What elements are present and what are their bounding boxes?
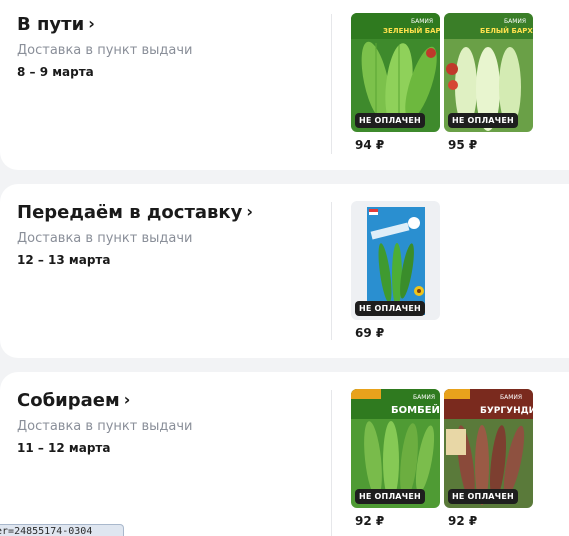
product-card[interactable]: БАМИЯ БОМБЕЙ НЕ ОПЛАЧЕН 92 ₽ [351,389,440,528]
pack-name: БЕЛЫЙ БАРХАТ [480,26,533,35]
pack-name: БОМБЕЙ [391,403,440,416]
unpaid-badge: НЕ ОПЛАЧЕН [355,113,425,128]
status-bar-url: der=24855174-0304 [0,524,124,536]
order-group-handover: Передаём в доставку › Доставка в пункт в… [0,184,569,358]
product-image: БАМИЯ БЕЛЫЙ БАРХАТ НЕ ОПЛАЧЕН [444,13,533,132]
order-group-title-link[interactable]: Передаём в доставку › [17,202,253,223]
product-image: БАМИЯ БОМБЕЙ НЕ ОПЛАЧЕН [351,389,440,508]
svg-text:БАМИЯ: БАМИЯ [411,18,433,25]
product-price: 92 ₽ [448,514,478,528]
product-card[interactable]: БАМИЯ БУРГУНДИ НЕ ОПЛАЧЕН 92 ₽ [444,389,533,528]
unpaid-badge: НЕ ОПЛАЧЕН [355,301,425,316]
svg-text:БАМИЯ: БАМИЯ [413,394,435,401]
order-group-assembling: Собираем › Доставка в пункт выдачи 11 – … [0,372,569,536]
unpaid-badge: НЕ ОПЛАЧЕН [355,489,425,504]
product-image: БАМИЯ ЗЕЛЕНЫЙ БАРХАТ НЕ ОПЛАЧЕН [351,13,440,132]
order-group-in-transit: В пути › Доставка в пункт выдачи 8 – 9 м… [0,0,569,170]
pack-name: ЗЕЛЕНЫЙ БАРХАТ [383,26,440,35]
unpaid-badge: НЕ ОПЛАЧЕН [448,489,518,504]
unpaid-badge: НЕ ОПЛАЧЕН [448,113,518,128]
product-price: 94 ₽ [355,138,385,152]
product-image: БАМИЯ БУРГУНДИ НЕ ОПЛАЧЕН [444,389,533,508]
delivery-dates: 12 – 13 марта [17,253,111,267]
order-group-info: Передаём в доставку › Доставка в пункт в… [17,202,253,267]
delivery-dates: 11 – 12 марта [17,441,111,455]
product-image: НЕ ОПЛАЧЕН [351,201,440,320]
product-price: 95 ₽ [448,138,478,152]
product-card[interactable]: НЕ ОПЛАЧЕН 69 ₽ [351,201,440,340]
status-url-text: der=24855174-0304 [0,526,93,536]
pack-name: БУРГУНДИ [480,406,533,416]
order-group-title: Собираем [17,390,120,411]
delivery-type: Доставка в пункт выдачи [17,419,193,434]
chevron-right-icon: › [123,390,131,409]
chevron-right-icon: › [88,14,95,33]
delivery-type: Доставка в пункт выдачи [17,43,193,58]
order-group-info: В пути › Доставка в пункт выдачи 8 – 9 м… [17,14,192,79]
divider [331,390,332,536]
delivery-type: Доставка в пункт выдачи [17,231,193,246]
order-group-title-link[interactable]: В пути › [17,14,192,35]
svg-text:БАМИЯ: БАМИЯ [504,18,526,25]
product-price: 69 ₽ [355,326,385,340]
order-group-title: В пути [17,14,85,35]
order-group-info: Собираем › Доставка в пункт выдачи 11 – … [17,390,192,455]
divider [331,14,332,154]
order-group-title-link[interactable]: Собираем › [17,390,192,411]
order-group-title: Передаём в доставку [17,202,243,223]
product-card[interactable]: БАМИЯ ЗЕЛЕНЫЙ БАРХАТ НЕ ОПЛАЧЕН 94 ₽ [351,13,440,152]
svg-text:БАМИЯ: БАМИЯ [500,394,522,401]
divider [331,202,332,340]
product-card[interactable]: БАМИЯ БЕЛЫЙ БАРХАТ НЕ ОПЛАЧЕН 95 ₽ [444,13,533,152]
chevron-right-icon: › [246,202,253,221]
product-price: 92 ₽ [355,514,385,528]
delivery-dates: 8 – 9 марта [17,65,94,79]
